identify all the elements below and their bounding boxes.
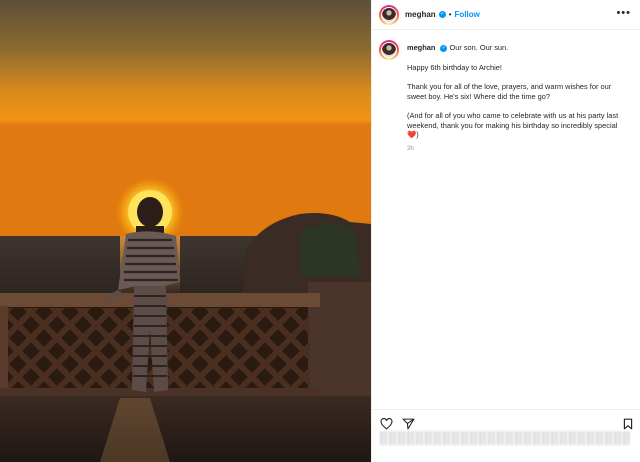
caption: meghan ✓ Our son. Our sun. Happy 6th bir… [372,30,640,154]
verified-badge-icon: ✓ [438,11,446,18]
avatar-photo [382,7,396,22]
caption-first-line: meghan ✓ Our son. Our sun. [407,43,627,53]
bookmark-icon[interactable] [623,418,633,430]
caption-headline: Our son. Our sun. [449,43,509,52]
post-timestamp[interactable]: 2h [407,145,627,155]
post-header: meghan ✓ • Follow ••• [372,0,640,30]
header-username[interactable]: meghan [405,10,436,19]
caption-username[interactable]: meghan [407,43,435,52]
sunset-photo [0,0,371,462]
action-bar [372,409,640,462]
caption-closing: ) [416,130,419,139]
caption-paragraph-text: (And for all of you who came to celebrat… [407,111,619,130]
caption-body: meghan ✓ Our son. Our sun. Happy 6th bir… [407,40,627,154]
caption-paragraph: (And for all of you who came to celebrat… [407,111,627,140]
more-options-icon[interactable]: ••• [616,8,631,19]
caption-avatar[interactable] [379,40,399,60]
avatar-ring [381,42,397,58]
paper-plane-icon[interactable] [402,418,415,430]
red-heart-emoji: ❤️ [407,130,417,139]
caption-paragraph: Thank you for all of the love, prayers, … [407,82,612,101]
follow-button[interactable]: Follow [454,10,479,19]
post-side-panel: meghan ✓ • Follow ••• meghan ✓ Our son. … [371,0,640,462]
avatar-ring [381,6,397,23]
header-separator: • [448,10,452,19]
post-photo[interactable] [0,0,371,462]
heart-icon[interactable] [380,418,393,430]
avatar[interactable] [379,4,399,25]
instagram-post: meghan ✓ • Follow ••• meghan ✓ Our son. … [0,0,640,462]
caption-paragraph: Happy 6th birthday to Archie! [407,62,502,72]
verified-badge-icon: ✓ [440,44,448,52]
avatar-photo [382,43,396,57]
likes-area [380,431,630,445]
